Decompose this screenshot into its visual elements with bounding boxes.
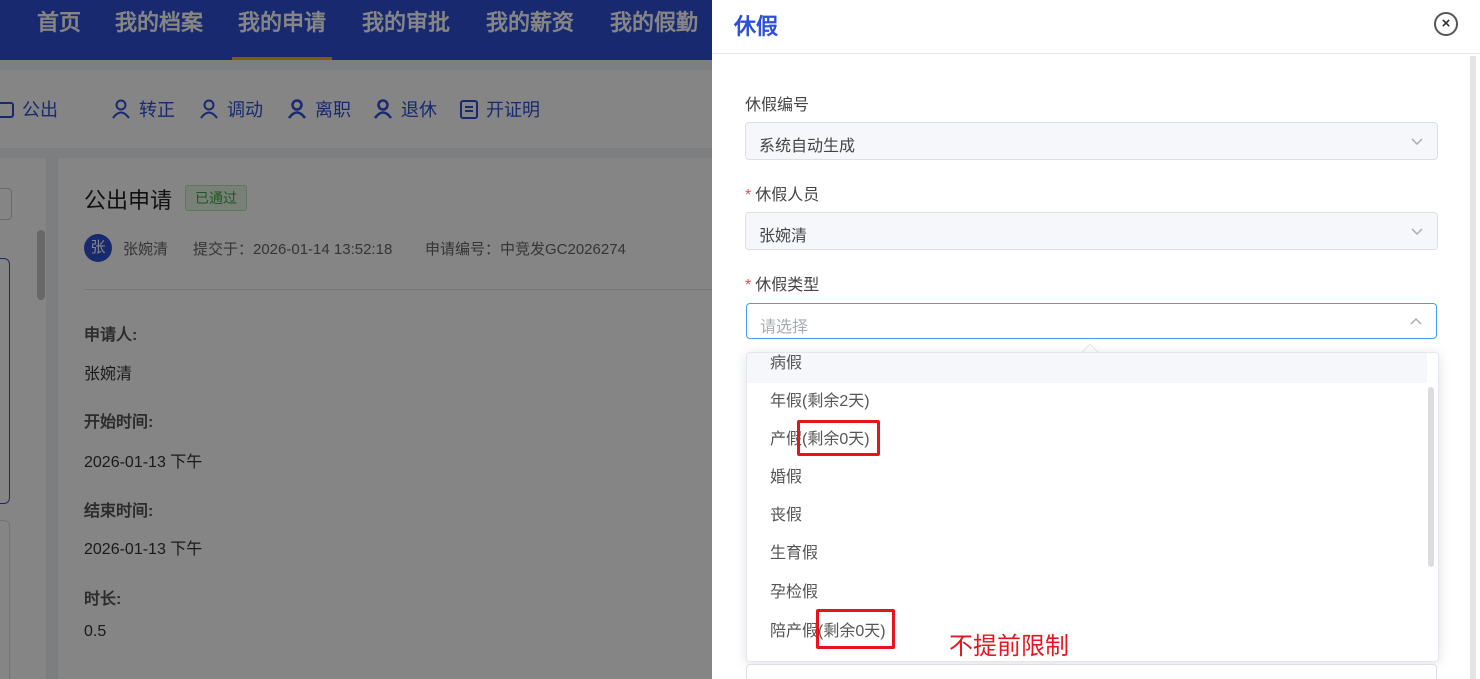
leave-person-label-text: 休假人员 <box>755 187 820 204</box>
drawer-title: 休假 <box>734 14 779 39</box>
chevron-down-icon <box>1411 138 1423 146</box>
chevron-down-icon <box>1411 228 1423 236</box>
option-prenatal-leave[interactable]: 孕检假 <box>747 574 1427 612</box>
option-annual-leave[interactable]: 年假(剩余2天) <box>747 383 1427 421</box>
leave-type-label: * 休假类型 <box>745 271 819 295</box>
leave-type-label-text: 休假类型 <box>755 277 820 294</box>
next-form-field[interactable] <box>746 664 1437 679</box>
dropdown-scrollbar[interactable] <box>1428 387 1434 567</box>
annotation-text: 不提前限制 <box>949 633 1069 660</box>
required-mark: * <box>745 277 752 294</box>
highlight-box-maternity <box>797 420 880 456</box>
leave-type-placeholder: 请选择 <box>760 319 809 336</box>
option-marriage-leave[interactable]: 婚假 <box>747 459 1427 497</box>
drawer-scrollbar[interactable] <box>1470 56 1476 679</box>
leave-person-value: 张婉清 <box>759 228 808 245</box>
leave-person-label: * 休假人员 <box>745 181 819 205</box>
highlight-box-paternity <box>816 609 895 649</box>
drawer-header: 休假 × <box>712 0 1480 54</box>
leave-no-value: 系统自动生成 <box>759 138 856 155</box>
leave-no-label: 休假编号 <box>745 97 810 114</box>
close-icon[interactable]: × <box>1434 12 1458 36</box>
option-sick-leave[interactable]: 病假 <box>747 353 1427 383</box>
option-childbirth-leave[interactable]: 生育假 <box>747 535 1427 573</box>
required-mark: * <box>745 187 752 204</box>
option-bereavement-leave[interactable]: 丧假 <box>747 497 1427 535</box>
leave-person-select[interactable]: 张婉清 <box>745 212 1438 250</box>
chevron-up-icon <box>1410 317 1422 325</box>
leave-no-field[interactable]: 系统自动生成 <box>745 122 1438 160</box>
leave-drawer: 休假 × 休假编号 系统自动生成 * 休假人员 张婉清 * 休假类型 请选择 病假 … <box>712 0 1480 679</box>
modal-overlay[interactable] <box>0 0 712 679</box>
leave-type-select[interactable]: 请选择 <box>746 303 1437 339</box>
